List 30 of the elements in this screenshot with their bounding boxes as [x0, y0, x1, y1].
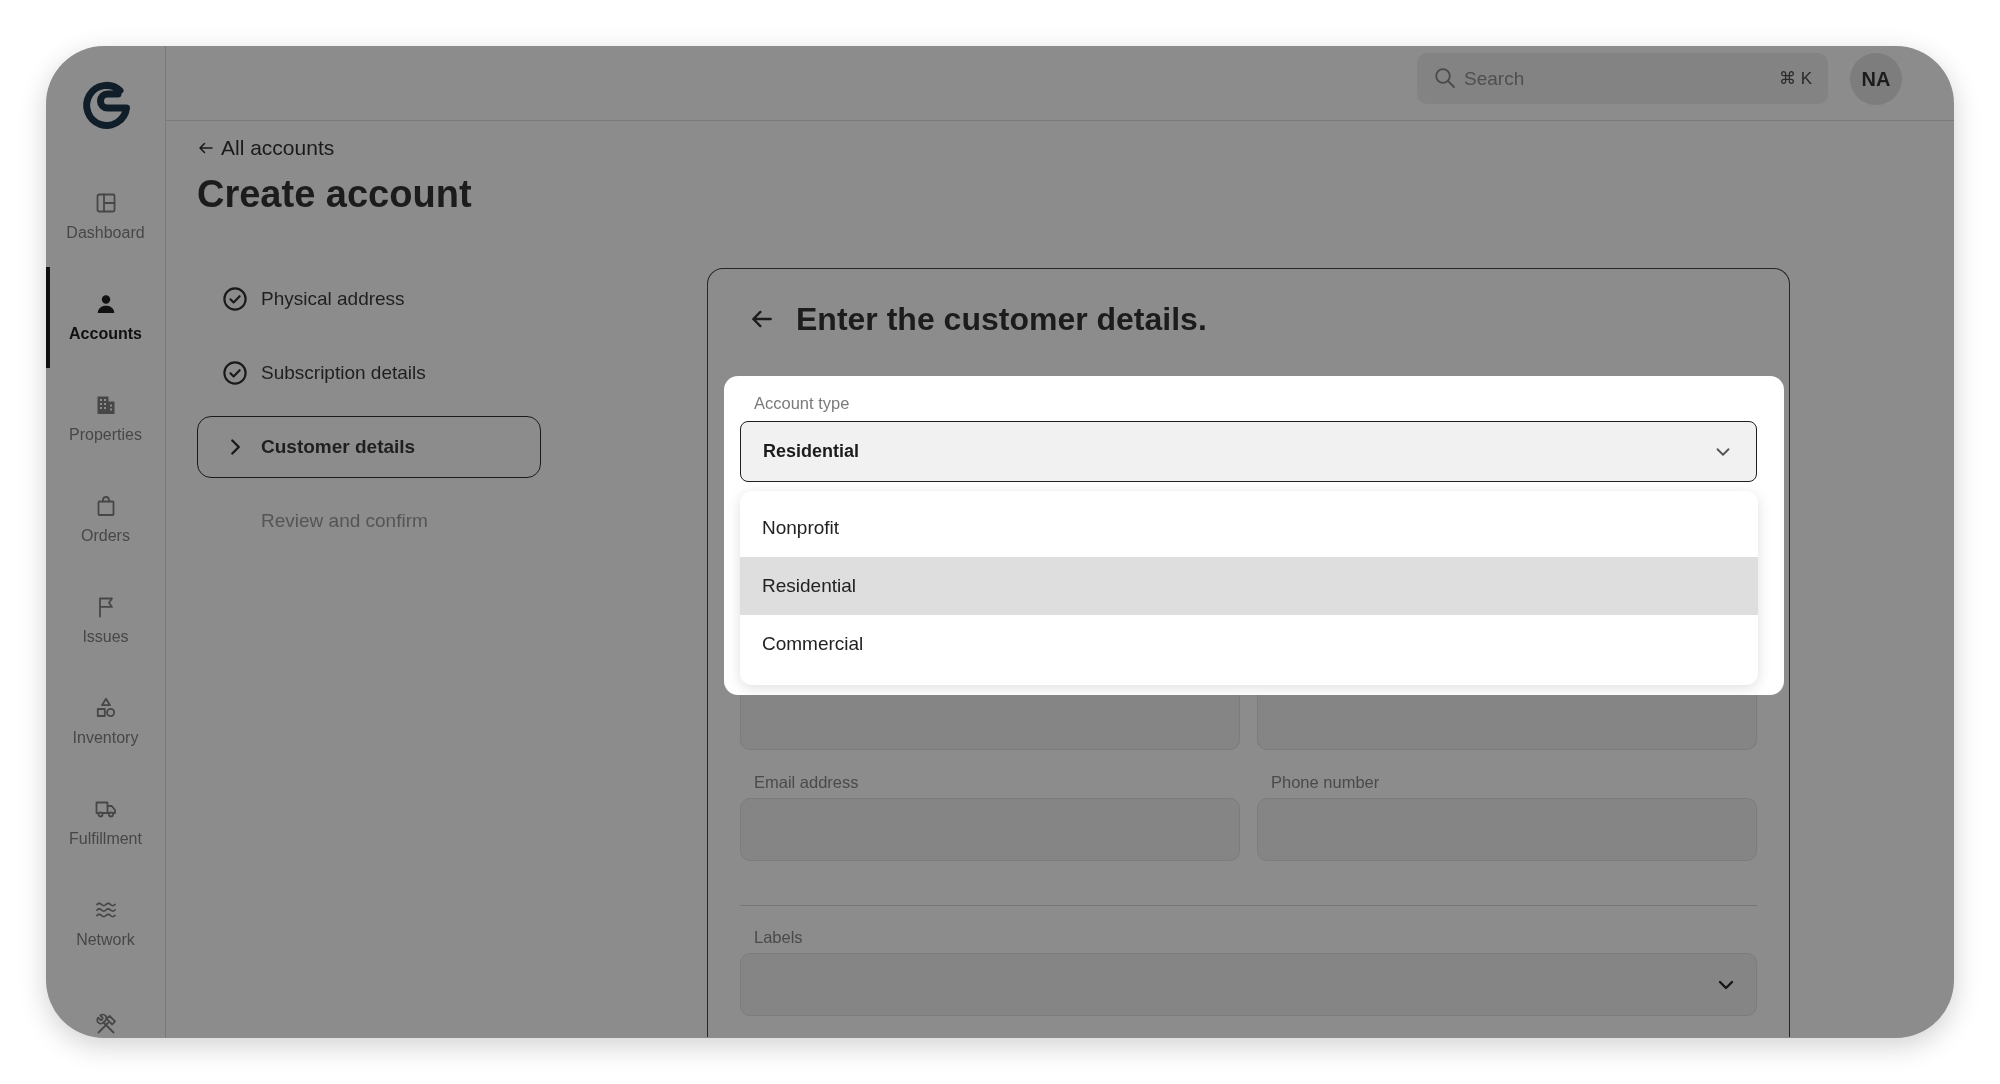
input-field[interactable]	[740, 695, 1240, 750]
sidebar-item[interactable]: Fulfillment	[46, 772, 165, 873]
user-avatar[interactable]: NA	[1850, 53, 1902, 105]
keyboard-shortcut: ⌘ K	[1778, 68, 1812, 89]
account-type-select[interactable]: Residential	[740, 421, 1757, 482]
check-circle-icon	[222, 360, 248, 386]
step-item[interactable]: Subscription details	[197, 342, 541, 404]
sidebar-item[interactable]: Accounts	[46, 267, 165, 368]
dropdown-option[interactable]: Commercial	[740, 615, 1758, 673]
sidebar-item[interactable]: Network	[46, 873, 165, 974]
step-item[interactable]: Physical address	[197, 268, 541, 330]
dropdown-option[interactable]: Residential	[740, 557, 1758, 615]
search-icon	[1433, 66, 1457, 90]
sidebar-item[interactable]: Orders	[46, 469, 165, 570]
step-item[interactable]: Customer details	[197, 416, 541, 478]
check-circle-icon	[222, 286, 248, 312]
input-field[interactable]	[1257, 695, 1757, 750]
field-label: Labels	[753, 927, 804, 947]
back-link[interactable]: All accounts	[197, 135, 335, 161]
sidebar-item[interactable]: Dashboard	[46, 166, 165, 267]
field-label: Phone number	[1270, 772, 1381, 792]
page-title: Create account	[197, 172, 473, 217]
sidebar-item[interactable]: Inventory	[46, 671, 165, 772]
select-field[interactable]	[740, 953, 1757, 1016]
dropdown-option[interactable]: Nonprofit	[740, 499, 1758, 557]
card-title: Enter the customer details.	[796, 300, 1207, 339]
field-label: Email address	[753, 772, 860, 792]
field-label: Account type	[753, 393, 851, 413]
sidebar-item[interactable]: Issues	[46, 570, 165, 671]
sidebar-item[interactable]: Properties	[46, 368, 165, 469]
